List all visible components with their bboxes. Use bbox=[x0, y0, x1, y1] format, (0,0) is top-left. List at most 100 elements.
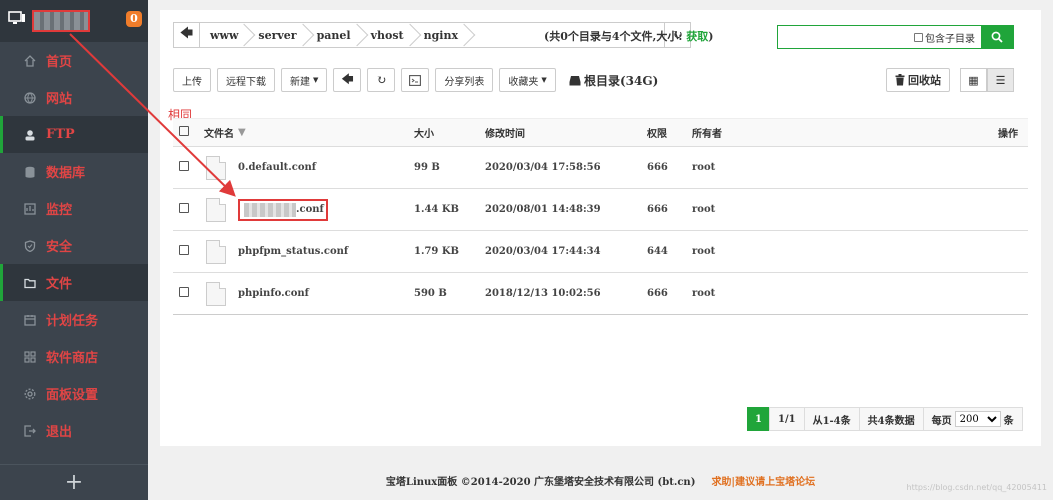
sidebar-item-database[interactable]: 数据库 bbox=[0, 153, 148, 190]
redacted-blur bbox=[244, 202, 296, 217]
breadcrumb-item[interactable]: vhost bbox=[361, 23, 414, 47]
new-dropdown-button[interactable]: 新建 ▼ bbox=[281, 68, 328, 92]
sidebar-item-label: 安全 bbox=[46, 240, 73, 255]
notification-badge[interactable]: 0 bbox=[126, 11, 142, 27]
table-row[interactable]: .conf 1.44 KB 2020/08/01 14:48:39 666 ro… bbox=[173, 189, 1028, 231]
forum-link[interactable]: 求助|建议请上宝塔论坛 bbox=[711, 473, 815, 488]
file-perm[interactable]: 666 bbox=[647, 288, 692, 299]
sidebar-item-cron[interactable]: 计划任务 bbox=[0, 301, 148, 338]
get-size-link[interactable]: 获取 bbox=[686, 30, 708, 43]
file-mtime: 2020/03/04 17:44:34 bbox=[485, 246, 601, 257]
table-row[interactable]: 0.default.conf 99 B 2020/03/04 17:58:56 … bbox=[173, 147, 1028, 189]
file-name[interactable]: 0.default.conf bbox=[238, 162, 316, 173]
file-perm[interactable]: 666 bbox=[647, 162, 692, 173]
file-owner[interactable]: root bbox=[692, 288, 772, 299]
sidebar-item-monitor[interactable]: 监控 bbox=[0, 190, 148, 227]
sidebar-item-files[interactable]: 文件 bbox=[0, 264, 148, 301]
logout-icon bbox=[24, 424, 36, 437]
file-owner[interactable]: root bbox=[692, 162, 772, 173]
sidebar-item-ftp[interactable]: FTP bbox=[0, 116, 148, 153]
file-size: 99 B bbox=[414, 162, 440, 173]
sidebar-item-settings[interactable]: 面板设置 bbox=[0, 375, 148, 412]
grid-icon bbox=[24, 350, 36, 363]
file-name[interactable]: phpinfo.conf bbox=[238, 288, 309, 299]
path-back-button[interactable]: 🡄 bbox=[174, 23, 200, 47]
sidebar-item-label: 监控 bbox=[46, 203, 73, 218]
calendar-icon bbox=[24, 314, 36, 326]
search-button[interactable] bbox=[981, 26, 1013, 48]
file-size: 1.79 KB bbox=[414, 246, 459, 257]
sidebar-item-label: 网站 bbox=[46, 92, 73, 107]
root-dir-info[interactable]: 根目录(34G) bbox=[569, 72, 658, 89]
user-icon bbox=[24, 129, 36, 141]
per-page-select[interactable]: 200 bbox=[954, 411, 1001, 427]
file-owner[interactable]: root bbox=[692, 204, 772, 215]
search-input[interactable]: 包含子目录 bbox=[778, 26, 981, 48]
row-checkbox[interactable] bbox=[179, 203, 189, 213]
col-name-header[interactable]: 文件名 ▼ bbox=[196, 125, 414, 140]
row-checkbox[interactable] bbox=[179, 287, 189, 297]
refresh-button[interactable]: ↻ bbox=[367, 68, 396, 92]
list-view-button[interactable]: ☰ bbox=[987, 68, 1014, 92]
include-subdir-label: 包含子目录 bbox=[925, 33, 975, 45]
file-name-redacted[interactable]: .conf bbox=[238, 198, 328, 221]
breadcrumb-item[interactable]: nginx bbox=[414, 23, 468, 47]
breadcrumb-item[interactable]: panel bbox=[307, 23, 361, 47]
col-perm-header: 权限 bbox=[647, 129, 667, 140]
sidebar-item-security[interactable]: 安全 bbox=[0, 227, 148, 264]
breadcrumb-item[interactable]: www bbox=[200, 23, 248, 47]
file-perm[interactable]: 644 bbox=[647, 246, 692, 257]
file-icon bbox=[206, 239, 226, 264]
terminal-button[interactable] bbox=[401, 68, 430, 92]
file-icon bbox=[206, 197, 226, 222]
caret-down-icon: ▼ bbox=[313, 76, 319, 84]
back-button[interactable]: 🡄 bbox=[333, 68, 362, 92]
refresh-icon: ↻ bbox=[376, 73, 387, 87]
monitor-icon bbox=[24, 202, 36, 215]
add-button[interactable]: + bbox=[0, 464, 148, 500]
favorites-dropdown-button[interactable]: 收藏夹 ▼ bbox=[499, 68, 556, 92]
sidebar-item-label: 计划任务 bbox=[46, 314, 99, 329]
upload-button[interactable]: 上传 bbox=[173, 68, 211, 92]
view-toggle: ▦ ☰ bbox=[960, 68, 1014, 92]
page-range: 从1-4条 bbox=[803, 407, 860, 431]
toolbar: 上传 远程下载 新建 ▼ 🡄 ↻ 分享列表 收藏夹 ▼ bbox=[173, 68, 562, 92]
shield-icon bbox=[24, 239, 36, 252]
sidebar-item-home[interactable]: 首页 bbox=[0, 42, 148, 79]
trash-icon bbox=[895, 74, 905, 86]
file-icon bbox=[206, 281, 226, 306]
col-mtime-header[interactable]: 修改时间 bbox=[485, 125, 647, 140]
include-subdir-checkbox[interactable] bbox=[914, 32, 923, 42]
share-list-button[interactable]: 分享列表 bbox=[435, 68, 494, 92]
globe-icon bbox=[24, 91, 36, 104]
plus-icon: + bbox=[64, 470, 84, 495]
table-row[interactable]: phpinfo.conf 590 B 2018/12/13 10:02:56 6… bbox=[173, 273, 1028, 315]
file-mtime: 2020/03/04 17:58:56 bbox=[485, 162, 601, 173]
select-all-checkbox[interactable] bbox=[179, 126, 189, 136]
file-perm[interactable]: 666 bbox=[647, 204, 692, 215]
breadcrumb-item[interactable]: server bbox=[248, 23, 306, 47]
gear-icon bbox=[24, 388, 36, 400]
sidebar-item-logout[interactable]: 退出 bbox=[0, 412, 148, 449]
sidebar-item-website[interactable]: 网站 bbox=[0, 79, 148, 116]
row-checkbox[interactable] bbox=[179, 161, 189, 171]
recycle-bin-button[interactable]: 回收站 bbox=[886, 68, 950, 92]
sidebar-item-store[interactable]: 软件商店 bbox=[0, 338, 148, 375]
page-total: 共4条数据 bbox=[858, 407, 924, 431]
file-name[interactable]: phpfpm_status.conf bbox=[238, 246, 348, 257]
dir-summary: (共0个目录与4个文件,大小: 获取) bbox=[544, 30, 714, 43]
col-owner-header: 所有者 bbox=[692, 129, 722, 140]
col-size-header[interactable]: 大小 bbox=[414, 125, 485, 140]
file-table: 文件名 ▼ 大小 修改时间 权限 所有者 操作 0.default.conf 99… bbox=[173, 118, 1028, 315]
grid-view-button[interactable]: ▦ bbox=[960, 68, 987, 92]
username-redacted[interactable] bbox=[32, 10, 90, 32]
page-current[interactable]: 1 bbox=[747, 407, 770, 431]
remote-download-button[interactable]: 远程下载 bbox=[217, 68, 275, 92]
table-header: 文件名 ▼ 大小 修改时间 权限 所有者 操作 bbox=[173, 119, 1028, 147]
table-row[interactable]: phpfpm_status.conf 1.79 KB 2020/03/04 17… bbox=[173, 231, 1028, 273]
caret-down-icon: ▼ bbox=[541, 76, 547, 84]
file-owner[interactable]: root bbox=[692, 246, 772, 257]
pagination: 1 1/1 从1-4条 共4条数据 每页 200 条 bbox=[747, 407, 1023, 431]
row-checkbox[interactable] bbox=[179, 245, 189, 255]
file-icon bbox=[206, 155, 226, 180]
